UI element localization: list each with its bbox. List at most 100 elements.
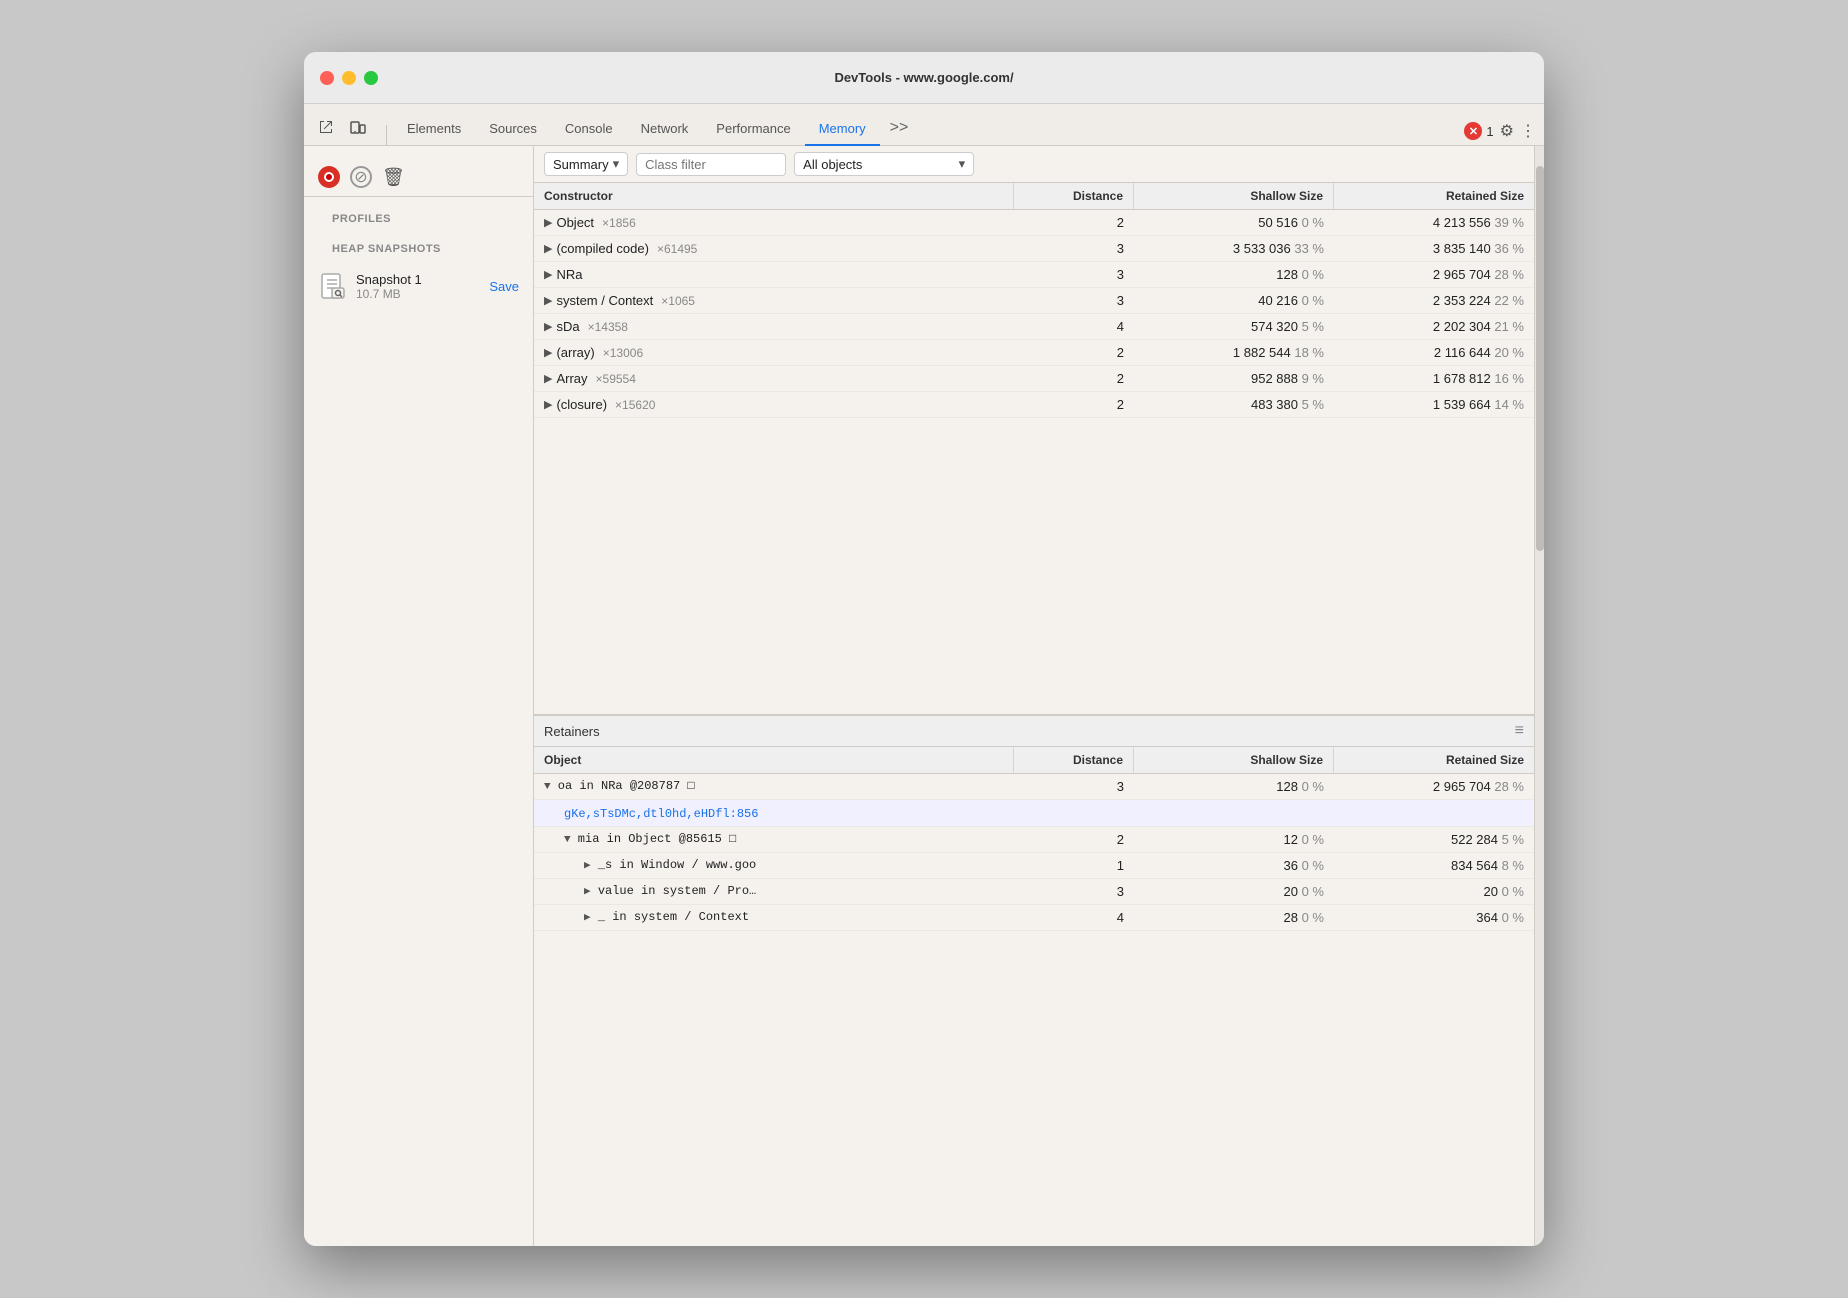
dropdown-arrow-icon: ▾ [613, 156, 620, 172]
close-button[interactable] [320, 71, 334, 85]
snapshot-info: Snapshot 1 10.7 MB [356, 272, 481, 301]
constructor-count: ×15620 [615, 398, 655, 412]
tab-sources[interactable]: Sources [475, 113, 551, 146]
expand-arrow-icon[interactable]: ▶ [544, 398, 552, 411]
expand-arrow-icon[interactable]: ▶ [544, 346, 552, 359]
summary-dropdown[interactable]: Summary ▾ [544, 152, 628, 176]
retainer-row[interactable]: ▼ mia in Object @85615 □ 2 12 0 % 522 28… [534, 827, 1534, 853]
expand-arrow-icon[interactable]: ▶ [544, 268, 552, 281]
snapshot-icon [318, 271, 348, 301]
tab-network[interactable]: Network [627, 113, 703, 146]
upper-panel: Constructor Distance Shallow Size Retain… [534, 183, 1534, 715]
table-row[interactable]: ▶ (compiled code) ×61495 3 3 533 036 33 … [534, 236, 1534, 262]
shallow-size-cell: 128 0 % [1134, 262, 1334, 287]
heap-snapshots-title: HEAP SNAPSHOTS [318, 237, 519, 259]
distance-cell: 2 [1014, 210, 1134, 235]
table-row[interactable]: ▶ Array ×59554 2 952 888 9 % 1 678 812 1… [534, 366, 1534, 392]
retainer-distance-cell: 3 [1014, 774, 1134, 799]
retainer-shallow-cell: 28 0 % [1134, 905, 1334, 930]
retainer-row[interactable]: gKe,sTsDMc,dtl0hd,eHDfl:856 [534, 800, 1534, 827]
tab-memory[interactable]: Memory [805, 113, 880, 146]
main-panel: Summary ▾ All objects ▾ Constructor [534, 146, 1534, 1246]
constructor-name: (compiled code) [556, 241, 649, 256]
expand-arrow-icon[interactable]: ▶ [544, 216, 552, 229]
retainer-link-text[interactable]: gKe,sTsDMc,dtl0hd,eHDfl:856 [564, 807, 758, 821]
retainers-shallow-header: Shallow Size [1134, 747, 1334, 773]
delete-profile-button[interactable]: 🗑 [382, 167, 405, 188]
lower-panel: Retainers ≡ Object Distance Shallow Size [534, 715, 1534, 1246]
retainer-row[interactable]: ▶ _s in Window / www.goo 1 36 0 % 834 56… [534, 853, 1534, 879]
expand-arrow-icon[interactable]: ▼ [544, 781, 551, 793]
upper-table-body: ▶ Object ×1856 2 50 516 0 % 4 213 556 39… [534, 210, 1534, 418]
constructor-count: ×61495 [657, 242, 697, 256]
retained-size-cell: 1 678 812 16 % [1334, 366, 1534, 391]
constructor-cell: ▶ (closure) ×15620 [534, 392, 1014, 417]
retainer-retained-cell: 2 965 704 28 % [1334, 774, 1534, 799]
titlebar: DevTools - www.google.com/ [304, 52, 1544, 104]
expand-arrow-icon[interactable]: ▶ [584, 860, 591, 872]
devtools-window: DevTools - www.google.com/ Elements [304, 52, 1544, 1246]
scrollbar-thumb[interactable] [1536, 166, 1544, 551]
constructor-name: system / Context [556, 293, 653, 308]
save-link[interactable]: Save [489, 279, 519, 294]
tab-elements[interactable]: Elements [393, 113, 475, 146]
error-count: 1 [1486, 124, 1493, 139]
expand-arrow-icon[interactable]: ▶ [584, 886, 591, 898]
constructor-cell: ▶ NRa [534, 262, 1014, 287]
retainer-object-cell: ▶ _ in system / Context [534, 905, 1014, 930]
expand-arrow-icon[interactable]: ▶ [544, 294, 552, 307]
start-recording-button[interactable] [318, 166, 340, 188]
panels-container: Constructor Distance Shallow Size Retain… [534, 183, 1534, 1246]
profiles-section: Profiles [304, 197, 533, 233]
expand-arrow-icon[interactable]: ▶ [544, 372, 552, 385]
tab-performance[interactable]: Performance [702, 113, 804, 146]
settings-icon[interactable]: ⚙ [1500, 121, 1514, 141]
table-row[interactable]: ▶ Object ×1856 2 50 516 0 % 4 213 556 39… [534, 210, 1534, 236]
retained-size-cell: 2 965 704 28 % [1334, 262, 1534, 287]
snapshot-size: 10.7 MB [356, 287, 481, 301]
distance-cell: 2 [1014, 366, 1134, 391]
scrollbar[interactable] [1534, 146, 1544, 1246]
retained-size-cell: 1 539 664 14 % [1334, 392, 1534, 417]
constructor-cell: ▶ (array) ×13006 [534, 340, 1014, 365]
constructor-count: ×14358 [588, 320, 628, 334]
constructor-name: NRa [556, 267, 582, 282]
table-row[interactable]: ▶ system / Context ×1065 3 40 216 0 % 2 … [534, 288, 1534, 314]
more-options-icon[interactable]: ⋮ [1520, 121, 1536, 141]
retainer-distance-cell: 1 [1014, 853, 1134, 878]
retainer-shallow-cell: 20 0 % [1134, 879, 1334, 904]
tab-more-button[interactable]: >> [880, 111, 919, 145]
device-toolbar-icon[interactable] [344, 113, 372, 141]
shallow-size-cell: 50 516 0 % [1134, 210, 1334, 235]
table-row[interactable]: ▶ (array) ×13006 2 1 882 544 18 % 2 116 … [534, 340, 1534, 366]
expand-arrow-icon[interactable]: ▶ [584, 912, 591, 924]
main-content: ⊘ 🗑 Profiles HEAP SNAPSHOTS [304, 146, 1544, 1246]
distance-cell: 3 [1014, 262, 1134, 287]
retainer-shallow-cell: 36 0 % [1134, 853, 1334, 878]
retainer-row[interactable]: ▶ _ in system / Context 4 28 0 % 364 0 % [534, 905, 1534, 931]
retained-size-cell: 2 202 304 21 % [1334, 314, 1534, 339]
shallow-size-cell: 574 320 5 % [1134, 314, 1334, 339]
maximize-button[interactable] [364, 71, 378, 85]
clear-profiles-button[interactable]: ⊘ [350, 166, 372, 188]
expand-arrow-icon[interactable]: ▶ [544, 242, 552, 255]
shallow-size-cell: 483 380 5 % [1134, 392, 1334, 417]
expand-arrow-icon[interactable]: ▶ [544, 320, 552, 333]
tab-console[interactable]: Console [551, 113, 627, 146]
snapshot-item[interactable]: Snapshot 1 10.7 MB Save [304, 263, 533, 309]
table-row[interactable]: ▶ (closure) ×15620 2 483 380 5 % 1 539 6… [534, 392, 1534, 418]
traffic-lights [320, 71, 378, 85]
retainer-row[interactable]: ▼ oa in NRa @208787 □ 3 128 0 % 2 965 70… [534, 774, 1534, 800]
all-objects-dropdown[interactable]: All objects ▾ [794, 152, 974, 176]
table-row[interactable]: ▶ NRa 3 128 0 % 2 965 704 28 % [534, 262, 1534, 288]
tab-bar: Elements Sources Console Network Perform… [304, 104, 1544, 146]
retained-size-cell: 3 835 140 36 % [1334, 236, 1534, 261]
heap-snapshots-section: HEAP SNAPSHOTS [304, 233, 533, 263]
class-filter-input[interactable] [636, 153, 786, 176]
retainers-menu-icon[interactable]: ≡ [1515, 722, 1524, 740]
retainer-row[interactable]: ▶ value in system / Pro… 3 20 0 % 20 0 % [534, 879, 1534, 905]
inspect-element-icon[interactable] [312, 113, 340, 141]
expand-arrow-icon[interactable]: ▼ [564, 834, 571, 846]
minimize-button[interactable] [342, 71, 356, 85]
table-row[interactable]: ▶ sDa ×14358 4 574 320 5 % 2 202 304 21 … [534, 314, 1534, 340]
